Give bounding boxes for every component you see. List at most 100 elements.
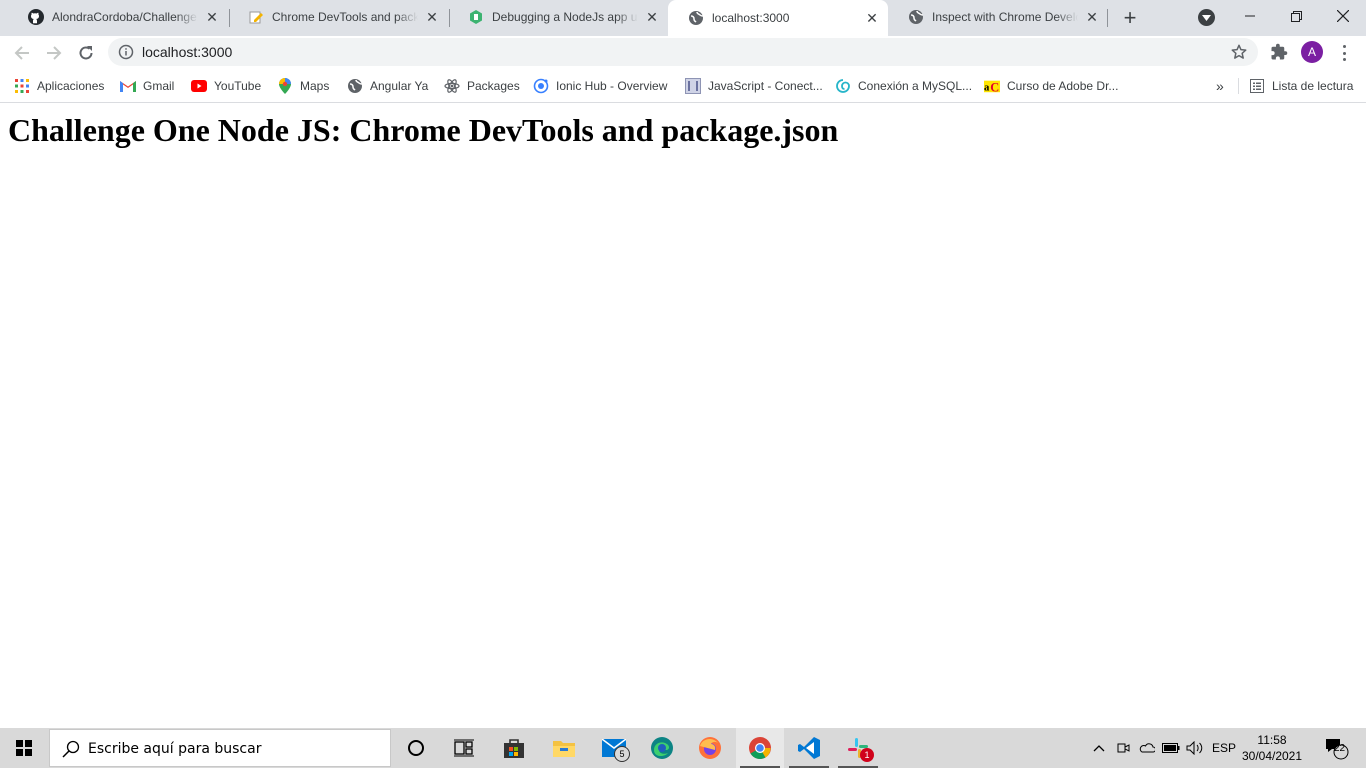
tray-volume-icon[interactable] (1185, 728, 1205, 768)
clock-time: 11:58 (1257, 733, 1287, 747)
bookmark-aplicaciones[interactable]: Aplicaciones (14, 77, 104, 95)
bookmark-ionic-hub[interactable]: Ionic Hub - Overview (533, 77, 667, 95)
taskbar-search-box[interactable]: Escribe aquí para buscar (49, 729, 391, 767)
close-icon[interactable]: ✕ (862, 8, 882, 28)
address-bar[interactable]: localhost:3000 (108, 38, 1258, 66)
bookmark-gmail[interactable]: Gmail (120, 77, 174, 95)
taskbar-mail[interactable]: 5 (590, 728, 638, 768)
bookmark-label: Aplicaciones (37, 79, 105, 93)
tab-chrome-devtools-package[interactable]: Chrome DevTools and package.json ✕ (228, 0, 448, 34)
task-view-icon (454, 739, 474, 757)
tab-localhost[interactable]: localhost:3000 ✕ (668, 0, 888, 36)
tray-onedrive-icon[interactable] (1138, 728, 1156, 768)
ac-icon: aC (984, 78, 1000, 94)
close-window-button[interactable] (1320, 0, 1366, 32)
gmail-icon (120, 78, 136, 94)
taskbar-cortana[interactable] (392, 728, 440, 768)
bookmark-javascript[interactable]: JavaScript - Conect... (685, 77, 823, 95)
tab-strip: AlondraCordoba/Challenge1Node ✕ Chrome D… (0, 0, 1366, 36)
taskbar-chrome[interactable] (736, 728, 784, 768)
apps-grid-icon (14, 78, 30, 94)
tab-separator (1107, 9, 1108, 27)
reload-button[interactable] (74, 41, 98, 65)
bookmark-star-icon[interactable] (1230, 43, 1248, 66)
page-icon (685, 78, 701, 94)
vscode-icon (798, 737, 820, 759)
browser-toolbar: localhost:3000 A (0, 36, 1366, 70)
windows-taskbar: Escribe aquí para buscar 5 1 ESP 11:58 3… (0, 728, 1366, 768)
tray-meet-now-icon[interactable] (1114, 728, 1132, 768)
reading-list-label: Lista de lectura (1272, 79, 1354, 93)
reading-list-button[interactable]: Lista de lectura (1249, 77, 1353, 95)
notification-count: 22 (1334, 743, 1346, 754)
bookmarks-overflow-button[interactable]: » (1216, 77, 1224, 95)
minimize-icon (1245, 15, 1255, 17)
bookmark-angular-ya[interactable]: Angular Ya (347, 77, 428, 95)
tab-inspect-devtools[interactable]: Inspect with Chrome Developer Tools ✕ (888, 0, 1108, 34)
search-icon (62, 740, 80, 763)
minimize-button[interactable] (1227, 0, 1273, 32)
tray-battery-icon[interactable] (1161, 728, 1181, 768)
globe-icon (347, 78, 363, 94)
taskbar-store[interactable] (490, 728, 538, 768)
bookmark-curso-adobe[interactable]: aC Curso de Adobe Dr... (984, 77, 1118, 95)
bookmarks-bar: Aplicaciones Gmail YouTube Maps Angular … (0, 70, 1366, 103)
extensions-puzzle-icon[interactable] (1270, 43, 1288, 66)
restore-button[interactable] (1273, 0, 1319, 32)
new-tab-button[interactable]: + (1118, 6, 1142, 30)
page-heading: Challenge One Node JS: Chrome DevTools a… (8, 112, 839, 148)
notification-center-button[interactable]: 22 (1318, 728, 1352, 768)
bookmark-label: Packages (467, 79, 520, 93)
info-icon[interactable] (118, 44, 134, 65)
reload-icon (79, 46, 93, 60)
tab-title: Inspect with Chrome Developer Tools (932, 10, 1078, 24)
windows-start-icon[interactable] (16, 740, 32, 756)
chrome-icon (749, 737, 771, 759)
mail-badge: 5 (614, 746, 630, 762)
tray-clock[interactable]: 11:58 30/04/2021 (1240, 732, 1304, 764)
ionic-icon (533, 78, 549, 94)
close-icon[interactable]: ✕ (642, 7, 662, 27)
bookmark-conexion-mysql[interactable]: Conexión a MySQL... (835, 77, 972, 95)
bookmark-label: Curso de Adobe Dr... (1007, 79, 1119, 93)
tab-title: Chrome DevTools and package.json (272, 10, 418, 24)
swirl-icon (835, 78, 851, 94)
tab-search-button[interactable] (1198, 9, 1215, 26)
chevron-down-icon (1202, 14, 1211, 21)
profile-avatar[interactable]: A (1301, 41, 1323, 63)
close-icon[interactable]: ✕ (1082, 7, 1102, 27)
arrow-right-icon (47, 46, 62, 60)
bookmark-label: Conexión a MySQL... (858, 79, 973, 93)
reading-list-icon (1249, 78, 1265, 94)
taskbar-firefox[interactable] (686, 728, 734, 768)
slack-badge: 1 (860, 748, 874, 762)
github-icon (28, 9, 44, 25)
tab-title: localhost:3000 (712, 11, 790, 25)
tab-title: Debugging a NodeJs app using Chrome (492, 10, 638, 24)
globe-icon (908, 9, 924, 25)
taskbar-file-explorer[interactable] (540, 728, 588, 768)
taskbar-slack[interactable]: 1 (834, 728, 882, 768)
tab-github[interactable]: AlondraCordoba/Challenge1Node ✕ (8, 0, 228, 34)
close-icon (1337, 10, 1349, 22)
taskbar-edge[interactable] (638, 728, 686, 768)
folder-icon (553, 741, 575, 757)
tray-language[interactable]: ESP (1210, 728, 1238, 768)
tray-chevron-up-icon[interactable] (1090, 728, 1108, 768)
store-bag-icon (504, 739, 524, 758)
bookmark-packages[interactable]: Packages (444, 77, 520, 95)
taskbar-vscode[interactable] (785, 728, 833, 768)
youtube-icon (191, 78, 207, 94)
tab-debugging-nodejs[interactable]: Debugging a NodeJs app using Chrome ✕ (448, 0, 668, 34)
back-button[interactable] (10, 41, 34, 65)
menu-kebab-icon[interactable] (1337, 43, 1351, 63)
close-icon[interactable]: ✕ (202, 7, 222, 27)
bookmark-youtube[interactable]: YouTube (191, 77, 261, 95)
close-icon[interactable]: ✕ (422, 7, 442, 27)
atom-icon (444, 78, 460, 94)
bookmark-maps[interactable]: Maps (277, 77, 329, 95)
forward-button[interactable] (42, 41, 66, 65)
taskbar-task-view[interactable] (440, 728, 488, 768)
url-text[interactable]: localhost:3000 (142, 44, 232, 60)
search-placeholder: Escribe aquí para buscar (88, 741, 262, 757)
